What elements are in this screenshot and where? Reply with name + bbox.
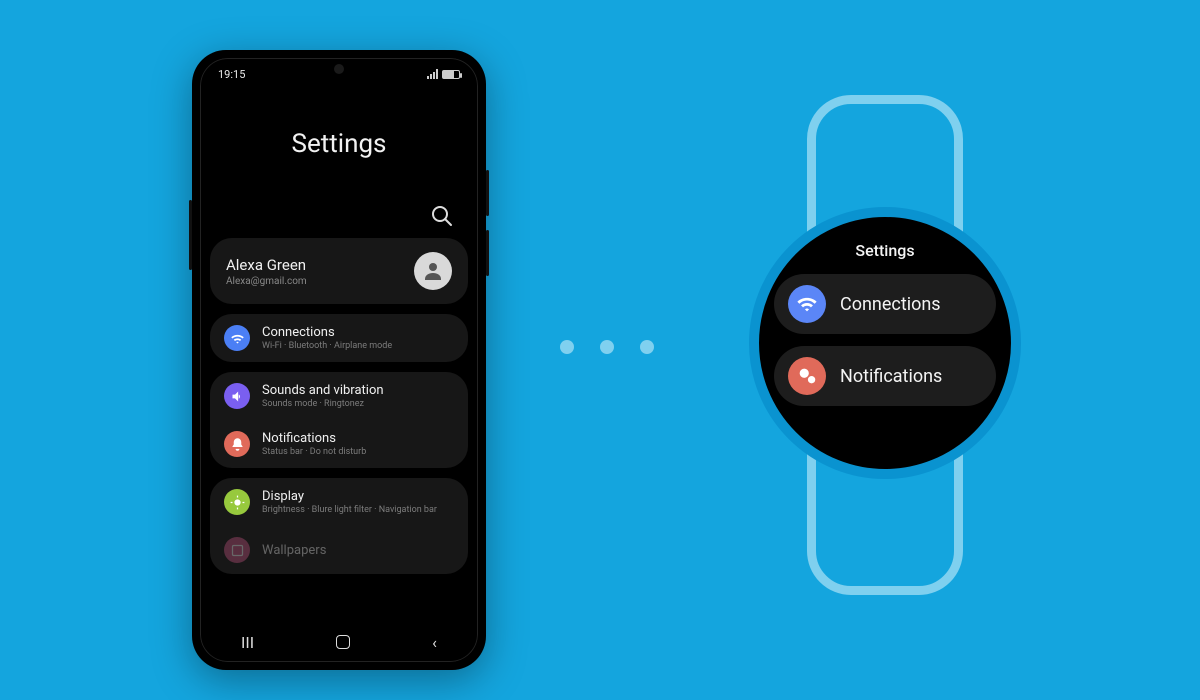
watch-title: Settings — [855, 241, 914, 260]
nav-back[interactable]: ‹ — [432, 633, 437, 652]
watch-row-label: Connections — [840, 294, 941, 315]
status-time: 19:15 — [218, 68, 245, 81]
nav-bar: III ‹ — [200, 626, 478, 662]
row-notifications[interactable]: Notifications Status bar · Do not distur… — [210, 420, 468, 468]
battery-icon — [442, 70, 460, 79]
signal-icon — [427, 69, 438, 79]
wifi-icon — [224, 325, 250, 351]
profile-card[interactable]: Alexa Green Alexa@gmail.com — [210, 238, 468, 304]
settings-group-1: Connections Wi-Fi · Bluetooth · Airplane… — [210, 314, 468, 362]
settings-group-2: Sounds and vibration Sounds mode · Ringt… — [210, 372, 468, 468]
row-title: Sounds and vibration — [262, 383, 384, 398]
row-subtitle: Wi-Fi · Bluetooth · Airplane mode — [262, 341, 392, 351]
row-title: Connections — [262, 325, 392, 340]
nav-home[interactable] — [336, 635, 350, 649]
row-subtitle: Sounds mode · Ringtonez — [262, 399, 384, 409]
bell-icon — [224, 431, 250, 457]
watch-frame: Settings Connections Notifications — [735, 95, 1035, 595]
watch-face: Settings Connections Notifications — [749, 207, 1021, 479]
settings-list[interactable]: Alexa Green Alexa@gmail.com Connections … — [200, 238, 478, 626]
connection-dots — [560, 340, 654, 354]
phone-screen: 19:15 Settings Alexa Green Alexa@gmail.c… — [200, 58, 478, 662]
row-display[interactable]: Display Brightness · Blure light filter … — [210, 478, 468, 526]
row-sounds[interactable]: Sounds and vibration Sounds mode · Ringt… — [210, 372, 468, 420]
settings-group-3: Display Brightness · Blure light filter … — [210, 478, 468, 574]
search-icon — [430, 204, 454, 228]
row-title: Notifications — [262, 431, 366, 446]
avatar[interactable] — [414, 252, 452, 290]
row-subtitle: Status bar · Do not disturb — [262, 447, 366, 457]
row-connections[interactable]: Connections Wi-Fi · Bluetooth · Airplane… — [210, 314, 468, 362]
wifi-icon — [788, 285, 826, 323]
row-title: Wallpapers — [262, 543, 326, 558]
row-subtitle: Brightness · Blure light filter · Naviga… — [262, 505, 437, 515]
camera-notch — [334, 64, 344, 74]
watch-row-connections[interactable]: Connections — [774, 274, 996, 334]
page-title-area: Settings — [200, 84, 478, 204]
row-wallpapers[interactable]: Wallpapers — [210, 526, 468, 574]
sound-icon — [224, 383, 250, 409]
row-title: Display — [262, 489, 437, 504]
display-icon — [224, 489, 250, 515]
profile-name: Alexa Green — [226, 256, 307, 274]
watch-row-label: Notifications — [840, 366, 942, 387]
wallpaper-icon — [224, 537, 250, 563]
watch-row-notifications[interactable]: Notifications — [774, 346, 996, 406]
search-button[interactable] — [430, 204, 454, 228]
phone-frame: 19:15 Settings Alexa Green Alexa@gmail.c… — [192, 50, 486, 670]
profile-email: Alexa@gmail.com — [226, 276, 307, 287]
nav-recents[interactable]: III — [241, 633, 254, 652]
page-title: Settings — [292, 129, 387, 159]
person-icon — [421, 259, 445, 283]
notification-icon — [788, 357, 826, 395]
